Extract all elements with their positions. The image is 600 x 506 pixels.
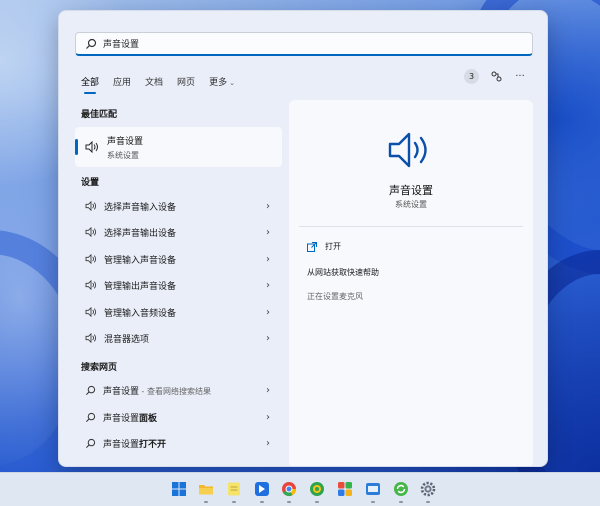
settings-item[interactable]: 管理输入音频设备 › [75,301,282,323]
mic-setup-label: 正在设置麦克风 [307,292,363,301]
tab-web[interactable]: 网页 [177,75,195,88]
chevron-right-icon: › [266,332,270,344]
web-help-label: 从网站获取快速帮助 [307,268,379,277]
chevron-right-icon: › [266,200,270,212]
chevron-right-icon: › [266,306,270,318]
settings-item[interactable]: 选择声音输入设备 › [75,195,282,217]
chevron-right-icon: › [266,384,270,396]
running-indicator [371,501,375,503]
web-item-bold: 面板 [139,413,158,424]
search-icon [86,385,96,395]
chevron-right-icon: › [266,226,270,238]
chevron-right-icon: › [266,279,270,291]
speaker-icon [85,227,96,237]
start-search-panel: 声音设置 全部 应用 文档 网页 更多 ⌄ 3 ··· 最佳匹配 声音设置 系统设… [58,10,548,467]
file-explorer-icon[interactable] [198,481,214,497]
speaker-icon [388,132,427,168]
settings-item[interactable]: 管理输出声音设备 › [75,274,282,296]
feishu-icon[interactable] [254,481,270,497]
taskbar [0,472,600,506]
settings-item[interactable]: 选择声音输出设备 › [75,221,282,243]
open-icon [307,241,317,252]
settings-heading: 设置 [81,178,100,188]
running-indicator [399,501,403,503]
search-icon [86,38,97,49]
tab-apps[interactable]: 应用 [113,75,131,88]
settings-icon[interactable] [420,481,436,497]
speaker-icon [85,333,96,343]
web-item-bold: 打不开 [139,439,167,450]
points-badge[interactable]: 3 [464,69,479,84]
browser-360-icon[interactable] [309,481,325,497]
speaker-icon [85,280,96,290]
notes-icon[interactable] [226,481,242,497]
chrome-icon[interactable] [281,481,297,497]
settings-item-label: 选择声音输出设备 [104,228,177,239]
tab-documents[interactable]: 文档 [145,75,163,88]
running-indicator [426,501,430,503]
search-input[interactable]: 声音设置 [75,32,533,56]
header-actions: 3 ··· [464,69,527,84]
web-item-label: 声音设置 [103,439,140,450]
open-action[interactable]: 打开 [307,241,341,252]
settings-item-label: 选择声音输入设备 [104,202,177,213]
filter-tabs: 全部 应用 文档 网页 更多 ⌄ [81,71,235,94]
web-help-action[interactable]: 从网站获取快速帮助 [307,267,379,278]
app-s3-icon[interactable] [365,481,381,497]
refresh-app-icon[interactable] [393,481,409,497]
tab-more[interactable]: 更多 ⌄ [209,75,235,88]
web-search-item[interactable]: 声音设置面板 › [75,406,282,428]
best-match-subtitle: 系统设置 [107,150,139,160]
search-icon [86,438,96,448]
best-match-heading: 最佳匹配 [81,110,118,120]
web-item-label: 声音设置 [103,386,140,397]
share-icon[interactable] [489,70,503,84]
settings-item-label: 混音器选项 [104,334,150,345]
search-icon [86,412,96,422]
settings-item[interactable]: 管理输入声音设备 › [75,248,282,270]
windows-icon[interactable] [171,481,187,497]
speaker-icon [85,201,96,211]
tab-more-label: 更多 [209,77,228,88]
divider [299,226,523,227]
running-indicator [260,501,264,503]
running-indicator [232,501,236,503]
preview-category: 系统设置 [395,200,427,209]
web-item-label: 声音设置 [103,413,140,424]
chevron-right-icon: › [266,253,270,265]
speaker-icon [85,307,96,317]
chevron-right-icon: › [266,411,270,423]
settings-item-label: 管理输入声音设备 [104,255,177,266]
chevron-right-icon: › [266,437,270,449]
more-icon[interactable]: ··· [513,70,527,84]
search-value[interactable]: 声音设置 [103,37,139,50]
running-indicator [204,501,208,503]
settings-item-label: 管理输出声音设备 [104,281,177,292]
web-search-heading: 搜索网页 [81,363,118,373]
chevron-down-icon: ⌄ [229,78,235,87]
running-indicator [315,501,319,503]
web-search-item[interactable]: 声音设置打不开 › [75,432,282,454]
settings-item[interactable]: 混音器选项 › [75,327,282,349]
app-grid-icon[interactable] [337,481,353,497]
result-preview-pane: 声音设置 系统设置 打开 从网站获取快速帮助 正在设置麦克风 [289,100,533,466]
best-match-title: 声音设置 [107,136,144,147]
tab-all[interactable]: 全部 [81,75,99,94]
speaker-icon [85,254,96,264]
preview-title: 声音设置 [389,184,433,197]
mic-setup-action[interactable]: 正在设置麦克风 [307,291,363,302]
best-match-item[interactable]: 声音设置 系统设置 [75,127,282,167]
speaker-icon [85,141,98,153]
web-item-sub: - 查看网络搜索结果 [139,386,211,396]
web-search-item[interactable]: 声音设置 - 查看网络搜索结果 › [75,379,282,401]
open-action-label: 打开 [325,242,341,251]
running-indicator [287,501,291,503]
settings-item-label: 管理输入音频设备 [104,308,177,319]
